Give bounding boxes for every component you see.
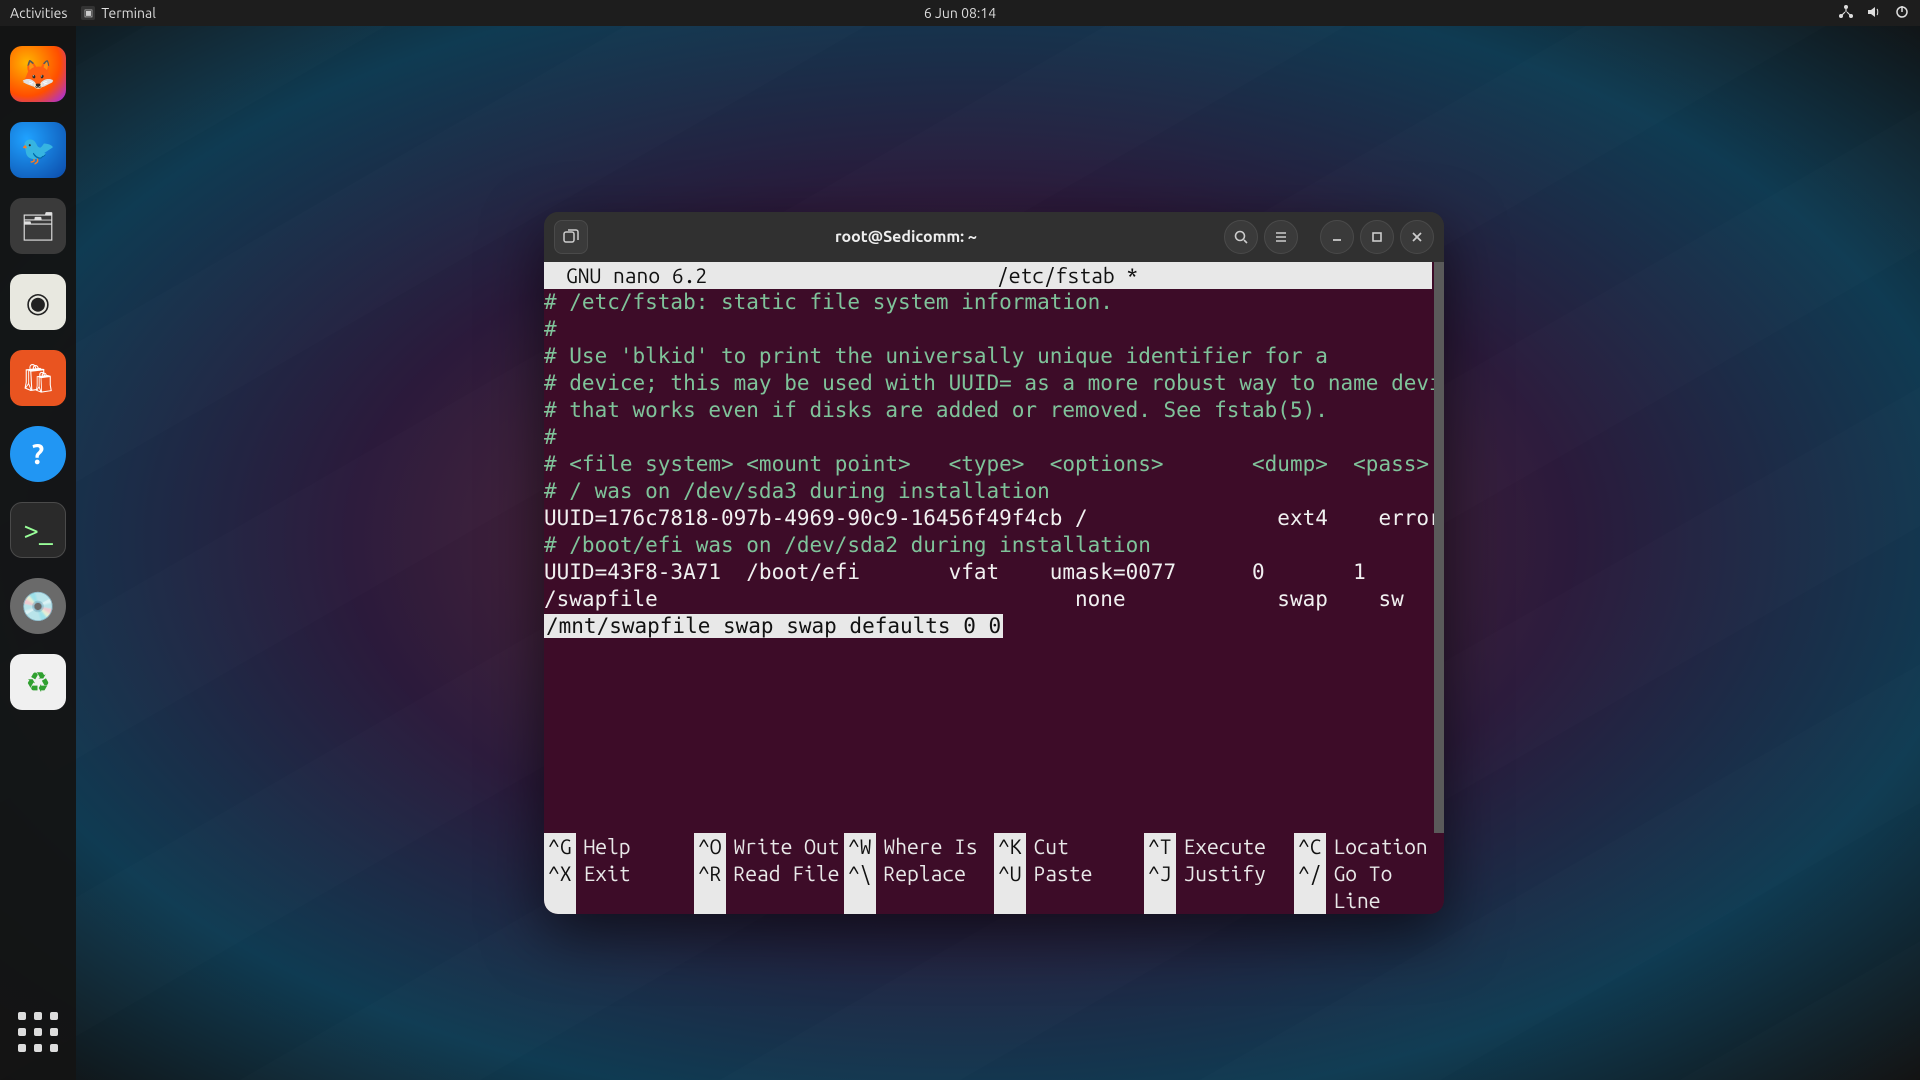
nano-key-cut: ^K <box>994 833 1026 860</box>
nano-key-justify: ^J <box>1144 860 1176 914</box>
dock-trash[interactable]: ♻ <box>10 654 66 710</box>
gnome-dock: 🦊 🐦 🗂 ◉ 🛍 ? >_ 💿 ♻ <box>0 26 76 1080</box>
dock-files[interactable]: 🗂 <box>10 198 66 254</box>
window-titlebar[interactable]: root@Sedicomm: ~ <box>544 212 1444 262</box>
dock-thunderbird[interactable]: 🐦 <box>10 122 66 178</box>
nano-editor-content[interactable]: # /etc/fstab: static file system informa… <box>544 289 1432 640</box>
nano-shortcut-bar: ^GHelp ^OWrite Out ^WWhere Is ^KCut ^TEx… <box>544 833 1444 914</box>
terminal-icon: ▣ <box>81 6 95 20</box>
nano-titlebar: GNU nano 6.2 /etc/fstab * <box>544 262 1432 289</box>
maximize-button[interactable] <box>1360 220 1394 254</box>
nano-key-whereis: ^W <box>844 833 876 860</box>
dock-disks[interactable]: 💿 <box>10 578 66 634</box>
topbar-datetime[interactable]: 6 Jun 08:14 <box>924 5 996 21</box>
nano-key-writeout: ^O <box>694 833 726 860</box>
dock-help[interactable]: ? <box>10 426 66 482</box>
dock-terminal[interactable]: >_ <box>10 502 66 558</box>
terminal-window: root@Sedicomm: ~ GNU nano 6.2 /etc/fstab… <box>544 212 1444 914</box>
gnome-topbar: Activities ▣ Terminal 6 Jun 08:14 <box>0 0 1920 26</box>
nano-app-version: GNU nano 6.2 <box>548 262 707 289</box>
nano-key-paste: ^U <box>994 860 1026 914</box>
topbar-app-menu[interactable]: ▣ Terminal <box>81 5 156 21</box>
dock-firefox[interactable]: 🦊 <box>10 46 66 102</box>
nano-key-readfile: ^R <box>694 860 726 914</box>
minimize-button[interactable] <box>1320 220 1354 254</box>
topbar-app-name: Terminal <box>101 5 156 21</box>
hamburger-menu-button[interactable] <box>1264 220 1298 254</box>
nano-key-exit: ^X <box>544 860 576 914</box>
nano-key-location: ^C <box>1294 833 1326 860</box>
dock-software[interactable]: 🛍 <box>10 350 66 406</box>
nano-filename: /etc/fstab * <box>707 262 1428 289</box>
nano-key-help: ^G <box>544 833 576 860</box>
power-icon[interactable] <box>1894 4 1910 23</box>
nano-key-gotoline: ^/ <box>1294 860 1326 914</box>
volume-icon[interactable] <box>1866 4 1882 23</box>
close-button[interactable] <box>1400 220 1434 254</box>
new-tab-button[interactable] <box>554 220 588 254</box>
search-button[interactable] <box>1224 220 1258 254</box>
network-icon[interactable] <box>1838 4 1854 23</box>
nano-key-replace: ^\ <box>844 860 876 914</box>
nano-key-execute: ^T <box>1144 833 1176 860</box>
nano-cursor-line: /mnt/swapfile swap swap defaults 0 0 <box>544 614 1003 638</box>
dock-rhythmbox[interactable]: ◉ <box>10 274 66 330</box>
terminal-viewport[interactable]: GNU nano 6.2 /etc/fstab * # /etc/fstab: … <box>544 262 1444 833</box>
activities-button[interactable]: Activities <box>10 5 67 21</box>
window-title: root@Sedicomm: ~ <box>588 228 1224 246</box>
show-applications-button[interactable] <box>10 1004 66 1060</box>
